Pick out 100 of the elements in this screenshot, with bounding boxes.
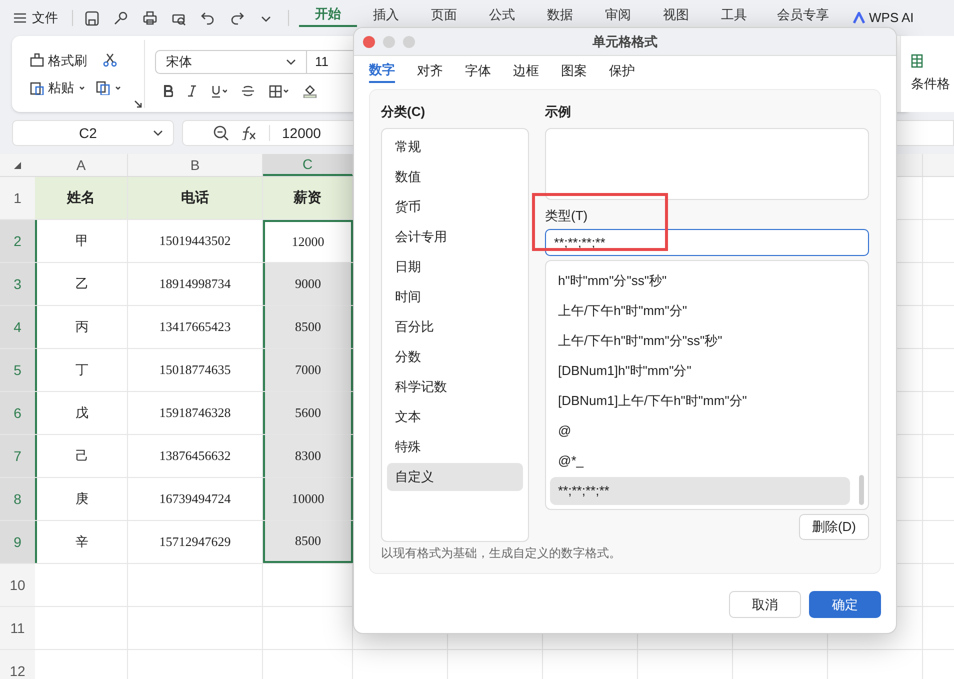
dialog-tab[interactable]: 字体: [465, 59, 491, 83]
type-label: 类型(T): [545, 206, 589, 225]
dialog-tab[interactable]: 边框: [513, 59, 539, 83]
table-cell: 10000: [263, 478, 353, 520]
category-item[interactable]: 日期: [387, 252, 523, 280]
table-grid-icon: [911, 54, 923, 68]
row-header[interactable]: 10: [0, 564, 35, 606]
undo-icon[interactable]: [201, 10, 215, 26]
table-cell: 8500: [263, 521, 353, 563]
redo-icon[interactable]: [230, 10, 244, 26]
format-item[interactable]: h"时"mm"分"ss"秒": [550, 267, 850, 295]
category-item[interactable]: 时间: [387, 282, 523, 310]
category-item[interactable]: 货币: [387, 192, 523, 220]
category-item[interactable]: 特殊: [387, 432, 523, 460]
dialog-tab[interactable]: 图案: [561, 59, 587, 83]
print-icon[interactable]: [143, 10, 157, 26]
delete-button[interactable]: 删除(D): [798, 514, 869, 540]
caret-icon: [78, 84, 86, 92]
type-input-field[interactable]: **;**;**;**: [545, 229, 869, 256]
ribbon-tab[interactable]: 工具: [705, 3, 763, 27]
copy-icon: [96, 80, 110, 95]
window-title: 单元格格式: [592, 32, 658, 51]
conditional-format-button[interactable]: 条件格: [911, 74, 950, 94]
format-item[interactable]: [DBNum1]h"时"mm"分": [550, 357, 850, 385]
table-cell: 庚: [35, 478, 128, 520]
format-item[interactable]: @*_: [550, 447, 850, 475]
ribbon-tab[interactable]: 公式: [473, 3, 531, 27]
table-cell: 己: [35, 435, 128, 477]
category-item[interactable]: 分数: [387, 342, 523, 370]
scissors-icon: [103, 53, 117, 68]
format-item[interactable]: 上午/下午h"时"mm"分"ss"秒": [550, 327, 850, 355]
ribbon-tab[interactable]: 视图: [647, 3, 705, 27]
table-cell: 9000: [263, 263, 353, 305]
row-header[interactable]: 8: [0, 478, 35, 520]
row-header[interactable]: 11: [0, 607, 35, 649]
ribbon-tab[interactable]: 审阅: [589, 3, 647, 27]
paste-button[interactable]: 粘贴: [48, 78, 74, 98]
dialog-tab[interactable]: 数字: [369, 59, 395, 83]
dialog-tab[interactable]: 对齐: [417, 59, 443, 83]
menu-icon: [14, 13, 26, 23]
name-box[interactable]: C2: [12, 120, 174, 146]
category-item[interactable]: 常规: [387, 132, 523, 160]
category-item[interactable]: 自定义: [387, 462, 523, 490]
table-cell: 12000: [263, 220, 353, 262]
row-header[interactable]: 12: [0, 650, 35, 679]
column-header[interactable]: C: [263, 154, 353, 176]
underline-icon: [211, 84, 227, 98]
caret-icon: [114, 84, 122, 92]
table-cell: 丁: [35, 349, 128, 391]
ribbon-tab[interactable]: 会员专享: [763, 3, 843, 27]
table-cell: 乙: [35, 263, 128, 305]
column-header[interactable]: A: [35, 154, 128, 176]
chevron-down-icon: [153, 129, 163, 137]
format-item[interactable]: **;**;**;**: [550, 477, 850, 505]
select-all-icon: [14, 162, 21, 168]
format-item[interactable]: @: [550, 417, 850, 445]
hint-text: 以现有格式为基础，生成自定义的数字格式。: [381, 545, 621, 562]
table-cell: 戊: [35, 392, 128, 434]
ribbon-tab[interactable]: 页面: [415, 3, 473, 27]
dialog-tab[interactable]: 保护: [609, 59, 635, 83]
font-name-dropdown[interactable]: 宋体: [155, 50, 307, 74]
category-item[interactable]: 科学记数: [387, 372, 523, 400]
confirm-button[interactable]: 确定: [809, 591, 881, 618]
cell-reference: C2: [78, 124, 98, 142]
italic-icon: [187, 85, 197, 97]
scrollbar-thumb[interactable]: [859, 475, 864, 505]
save-icon[interactable]: [85, 10, 99, 26]
formula-field[interactable]: 12000: [282, 122, 321, 144]
chevron-down-icon: [286, 58, 296, 66]
menu-label[interactable]: 文件: [32, 8, 58, 28]
ribbon-tab[interactable]: 插入: [357, 3, 415, 27]
category-item[interactable]: 百分比: [387, 312, 523, 340]
row-header[interactable]: 5: [0, 349, 35, 391]
row-header[interactable]: 4: [0, 306, 35, 348]
expand-corner-icon: [134, 100, 142, 108]
row-header[interactable]: 7: [0, 435, 35, 477]
category-item[interactable]: 会计专用: [387, 222, 523, 250]
strikethrough-icon: [241, 85, 255, 97]
ribbon-tab[interactable]: 数据: [531, 3, 589, 27]
format-item[interactable]: [DBNum1]上午/下午h"时"mm"分": [550, 387, 850, 415]
format-painter-button[interactable]: 格式刷: [48, 50, 87, 70]
category-item[interactable]: 文本: [387, 402, 523, 430]
category-item[interactable]: 数值: [387, 162, 523, 190]
close-button[interactable]: [363, 36, 375, 48]
cancel-button[interactable]: 取消: [729, 591, 801, 618]
table-cell: 甲: [35, 220, 128, 262]
row-header[interactable]: 2: [0, 220, 35, 262]
ai-button[interactable]: WPS AI: [869, 8, 914, 28]
format-item[interactable]: 上午/下午h"时"mm"分": [550, 297, 850, 325]
category-label: 分类(C): [381, 103, 426, 121]
column-title: 姓名: [35, 177, 128, 219]
table-cell: 8300: [263, 435, 353, 477]
ribbon-tab[interactable]: 开始: [299, 3, 357, 27]
clipboard-icon: [30, 80, 44, 95]
column-title: 薪资: [263, 177, 353, 219]
row-header[interactable]: 1: [0, 177, 35, 219]
row-header[interactable]: 6: [0, 392, 35, 434]
table-cell: 8500: [263, 306, 353, 348]
row-header[interactable]: 9: [0, 521, 35, 563]
row-header[interactable]: 3: [0, 263, 35, 305]
